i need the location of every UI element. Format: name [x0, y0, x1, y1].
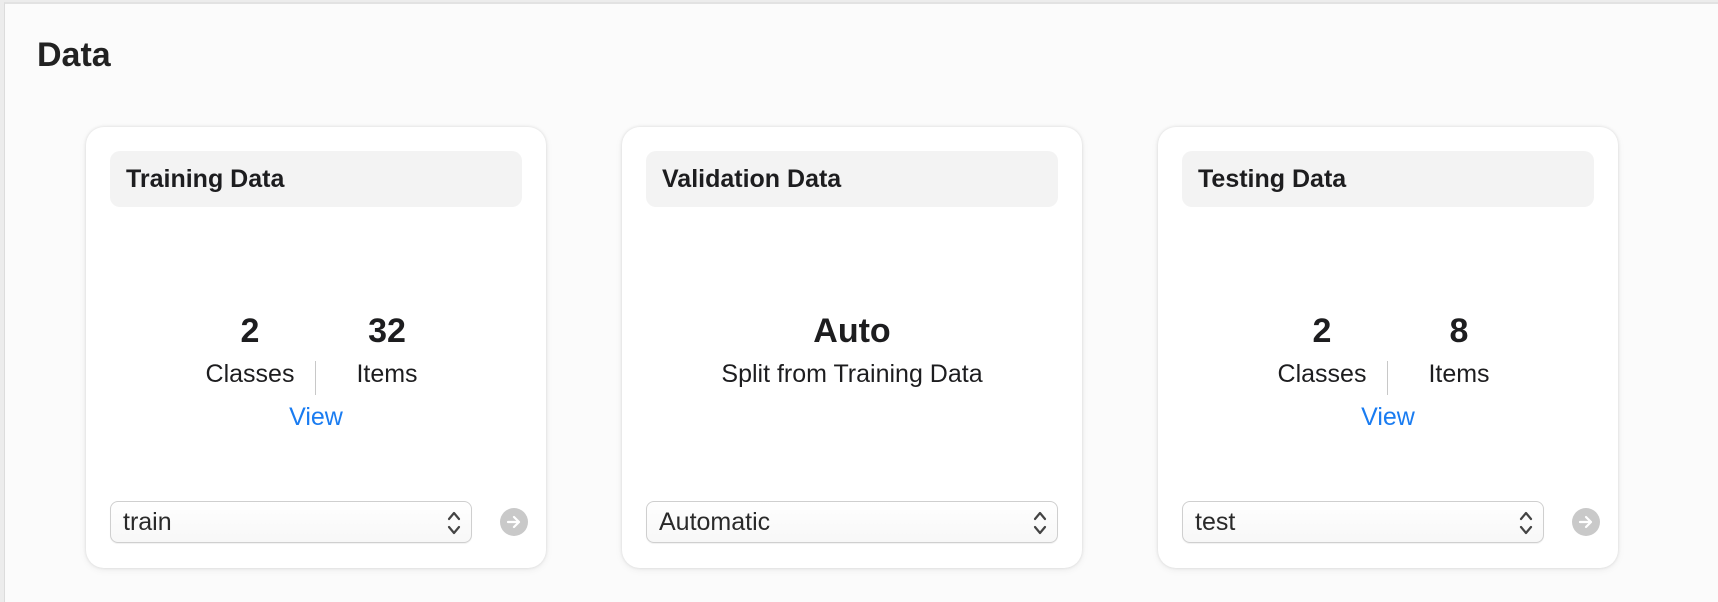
- testing-classes-stat: 2 Classes: [1257, 313, 1387, 389]
- data-panel: Data Training Data 2 Classes 32 Items Vi…: [4, 2, 1718, 602]
- training-classes-label: Classes: [205, 360, 295, 388]
- testing-source-select[interactable]: test: [1182, 501, 1544, 543]
- section-title: Data: [37, 36, 111, 74]
- testing-items-stat: 8 Items: [1394, 313, 1524, 389]
- testing-items-count: 8: [1449, 312, 1469, 350]
- training-source-value: train: [123, 507, 172, 536]
- testing-view-link[interactable]: View: [1158, 403, 1618, 432]
- validation-mode-block: Auto Split from Training Data: [622, 313, 1082, 389]
- training-items-label: Items: [356, 360, 418, 388]
- testing-classes-label: Classes: [1277, 360, 1367, 388]
- testing-classes-count: 2: [1312, 312, 1332, 350]
- stat-divider: [1387, 361, 1388, 395]
- training-items-count: 32: [368, 312, 406, 350]
- testing-items-label: Items: [1428, 360, 1490, 388]
- testing-source-value: test: [1195, 507, 1236, 536]
- training-source-select[interactable]: train: [110, 501, 472, 543]
- testing-go-button[interactable]: [1572, 508, 1600, 536]
- testing-data-card: Testing Data 2 Classes 8 Items View test: [1158, 127, 1618, 568]
- training-classes-count: 2: [240, 312, 260, 350]
- validation-source-select[interactable]: Automatic: [646, 501, 1058, 543]
- validation-data-header: Validation Data: [646, 151, 1058, 207]
- training-data-header: Training Data: [110, 151, 522, 207]
- validation-mode: Auto: [813, 312, 891, 350]
- up-down-chevron-icon: [1519, 511, 1533, 535]
- validation-description: Split from Training Data: [721, 360, 983, 388]
- arrow-right-icon: [1578, 515, 1593, 529]
- arrow-right-icon: [506, 515, 521, 529]
- training-data-card: Training Data 2 Classes 32 Items View tr…: [86, 127, 546, 568]
- up-down-chevron-icon: [1033, 511, 1047, 535]
- up-down-chevron-icon: [447, 511, 461, 535]
- validation-data-card: Validation Data Auto Split from Training…: [622, 127, 1082, 568]
- training-classes-stat: 2 Classes: [185, 313, 315, 389]
- validation-source-value: Automatic: [659, 507, 771, 536]
- training-go-button[interactable]: [500, 508, 528, 536]
- stat-divider: [315, 361, 316, 395]
- training-view-link[interactable]: View: [86, 403, 546, 432]
- testing-data-header: Testing Data: [1182, 151, 1594, 207]
- training-items-stat: 32 Items: [322, 313, 452, 389]
